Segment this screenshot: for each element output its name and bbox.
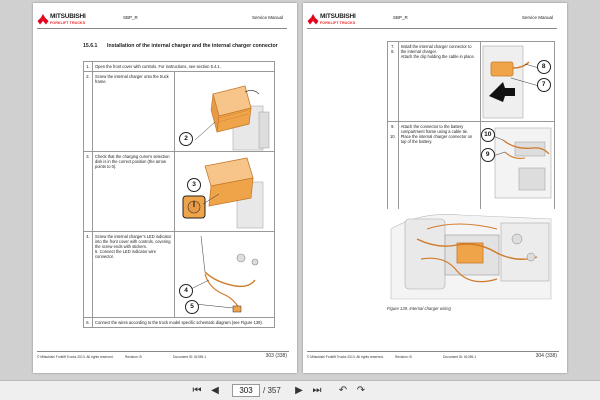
- table-row: 7. 8. Install the internal charger conne…: [387, 41, 555, 122]
- footer-revision: Revision: B: [395, 355, 412, 359]
- table-row: 1. Open the front cover with controls. F…: [83, 61, 275, 72]
- step-figure-cell: 10 9: [479, 121, 555, 210]
- step-text-4: Screw the internal charger's LED indicat…: [95, 234, 172, 249]
- diamond-logo-icon: [307, 14, 319, 25]
- section-title: 15.6.1 Installation of the internal charg…: [83, 43, 283, 50]
- figure-caption: Figure 139. Internal charger wiring: [387, 306, 451, 311]
- callout-2: 2: [179, 132, 193, 146]
- manual-label: Service Manual: [521, 15, 553, 20]
- step-number: 6.: [83, 317, 93, 328]
- section-number: 15.6.1: [83, 43, 98, 49]
- step-number-8: 8.: [391, 49, 395, 54]
- step-text-7: Install the internal charger connector t…: [400, 44, 472, 54]
- page-303: MITSUBISHI FORKLIFT TRUCKS SBP_R Service…: [33, 3, 297, 373]
- step-figure-cell: 2: [174, 71, 275, 152]
- step-text-10: Place the internal charger connector on …: [400, 134, 473, 144]
- table-row: 4. Screw the internal charger's LED indi…: [83, 231, 275, 318]
- next-page-icon[interactable]: ▶: [292, 384, 306, 398]
- footer-page-number: 303 (338): [265, 353, 287, 359]
- steps-table-left: 1. Open the front cover with controls. F…: [83, 61, 275, 328]
- step-figure-cell: 4 5: [174, 231, 275, 318]
- step-figure-cell: 8 7: [479, 41, 555, 122]
- table-row: 6. Connect the wires according to the tr…: [83, 317, 275, 328]
- step-number-9: 9.: [391, 124, 395, 129]
- forward-icon[interactable]: ↷: [354, 384, 368, 398]
- step-text: Screw the internal charger onto the truc…: [92, 71, 175, 152]
- brand-logo: MITSUBISHI FORKLIFT TRUCKS: [307, 13, 365, 28]
- steps-table-right: 7. 8. Install the internal charger conne…: [387, 41, 555, 210]
- step-text: Attach the connector to the battery comp…: [397, 121, 481, 210]
- first-page-icon[interactable]: ⏮: [190, 384, 204, 398]
- page-header: MITSUBISHI FORKLIFT TRUCKS SBP_R Service…: [37, 13, 287, 29]
- diamond-logo-icon: [37, 14, 49, 25]
- footer-copyright: © Mitsubishi Forklift Trucks 2013. All r…: [307, 355, 384, 359]
- selection-disk-figure-image: [182, 157, 264, 229]
- step-number: 4.: [83, 231, 93, 318]
- brand-logo: MITSUBISHI FORKLIFT TRUCKS: [37, 13, 95, 28]
- step-text: Open the front cover with controls. For …: [92, 61, 275, 72]
- step-text: Connect the wires according to the truck…: [92, 317, 275, 328]
- step-number: 2.: [83, 71, 93, 152]
- step-text-8: Attach the clip holding the cable in pla…: [400, 54, 475, 59]
- table-row: 2. Screw the internal charger onto the t…: [83, 71, 275, 152]
- step-number-10: 10.: [390, 134, 396, 139]
- page-header: MITSUBISHI FORKLIFT TRUCKS SBP_R Service…: [307, 13, 557, 29]
- viewer-toolbar: ⏮ ◀ 303 / 357 ▶ ⏭ ↶ ↷: [0, 380, 600, 400]
- brand-name: MITSUBISHI: [50, 13, 86, 20]
- step-number: 3.: [83, 151, 93, 232]
- footer-copyright: © Mitsubishi Forklift Trucks 2013. All r…: [37, 355, 114, 359]
- internal-charger-wiring-image: [387, 209, 559, 303]
- step-text-9: Attach the connector to the battery comp…: [400, 124, 469, 134]
- brand-sub: FORKLIFT TRUCKS: [50, 20, 86, 25]
- page-304: MITSUBISHI FORKLIFT TRUCKS SBP_R Service…: [303, 3, 567, 373]
- callout-9: 9: [480, 148, 495, 162]
- callout-10: 10: [480, 128, 495, 142]
- model-label: SBP_R: [393, 15, 408, 20]
- brand-name: MITSUBISHI: [320, 13, 356, 20]
- page-number-input[interactable]: 303: [232, 384, 260, 397]
- page-total-label: / 357: [263, 386, 281, 395]
- callout-4: 4: [179, 284, 193, 298]
- callout-5: 5: [185, 300, 199, 314]
- step-text-5: Connect the LED indicator wire connector…: [95, 249, 156, 259]
- page-footer: © Mitsubishi Forklift Trucks 2013. All r…: [307, 351, 559, 361]
- step-text: Install the internal charger connector t…: [397, 41, 481, 122]
- previous-page-icon[interactable]: ◀: [208, 384, 222, 398]
- table-row: 9. 10. Attach the connector to the batte…: [387, 121, 555, 210]
- step-text: Screw the internal charger's LED indicat…: [92, 231, 175, 318]
- footer-document: Document ID: 61059-1: [173, 355, 207, 359]
- last-page-icon[interactable]: ⏭: [310, 384, 324, 398]
- table-row: 3. Check that the charging curve's selec…: [83, 151, 275, 232]
- footer-page-number: 304 (338): [535, 353, 557, 359]
- callout-8: 8: [536, 60, 551, 74]
- step-number: 1.: [83, 61, 93, 72]
- back-icon[interactable]: ↶: [336, 384, 350, 398]
- pdf-viewer: MITSUBISHI FORKLIFT TRUCKS SBP_R Service…: [0, 0, 600, 400]
- brand-sub: FORKLIFT TRUCKS: [320, 20, 356, 25]
- callout-7: 7: [536, 78, 551, 92]
- step-text: Check that the charging curve's selectio…: [92, 151, 175, 232]
- model-label: SBP_R: [123, 15, 138, 20]
- manual-label: Service Manual: [251, 15, 283, 20]
- step-figure-cell: 3: [174, 151, 275, 232]
- footer-document: Document ID: 61059-1: [443, 355, 477, 359]
- section-title-text: Installation of the internal charger and…: [107, 43, 278, 49]
- step-number: 9. 10.: [387, 121, 399, 210]
- step-number: 7. 8.: [387, 41, 399, 122]
- page-footer: © Mitsubishi Forklift Trucks 2013. All r…: [37, 351, 289, 361]
- footer-revision: Revision: B: [125, 355, 142, 359]
- callout-3: 3: [187, 178, 201, 192]
